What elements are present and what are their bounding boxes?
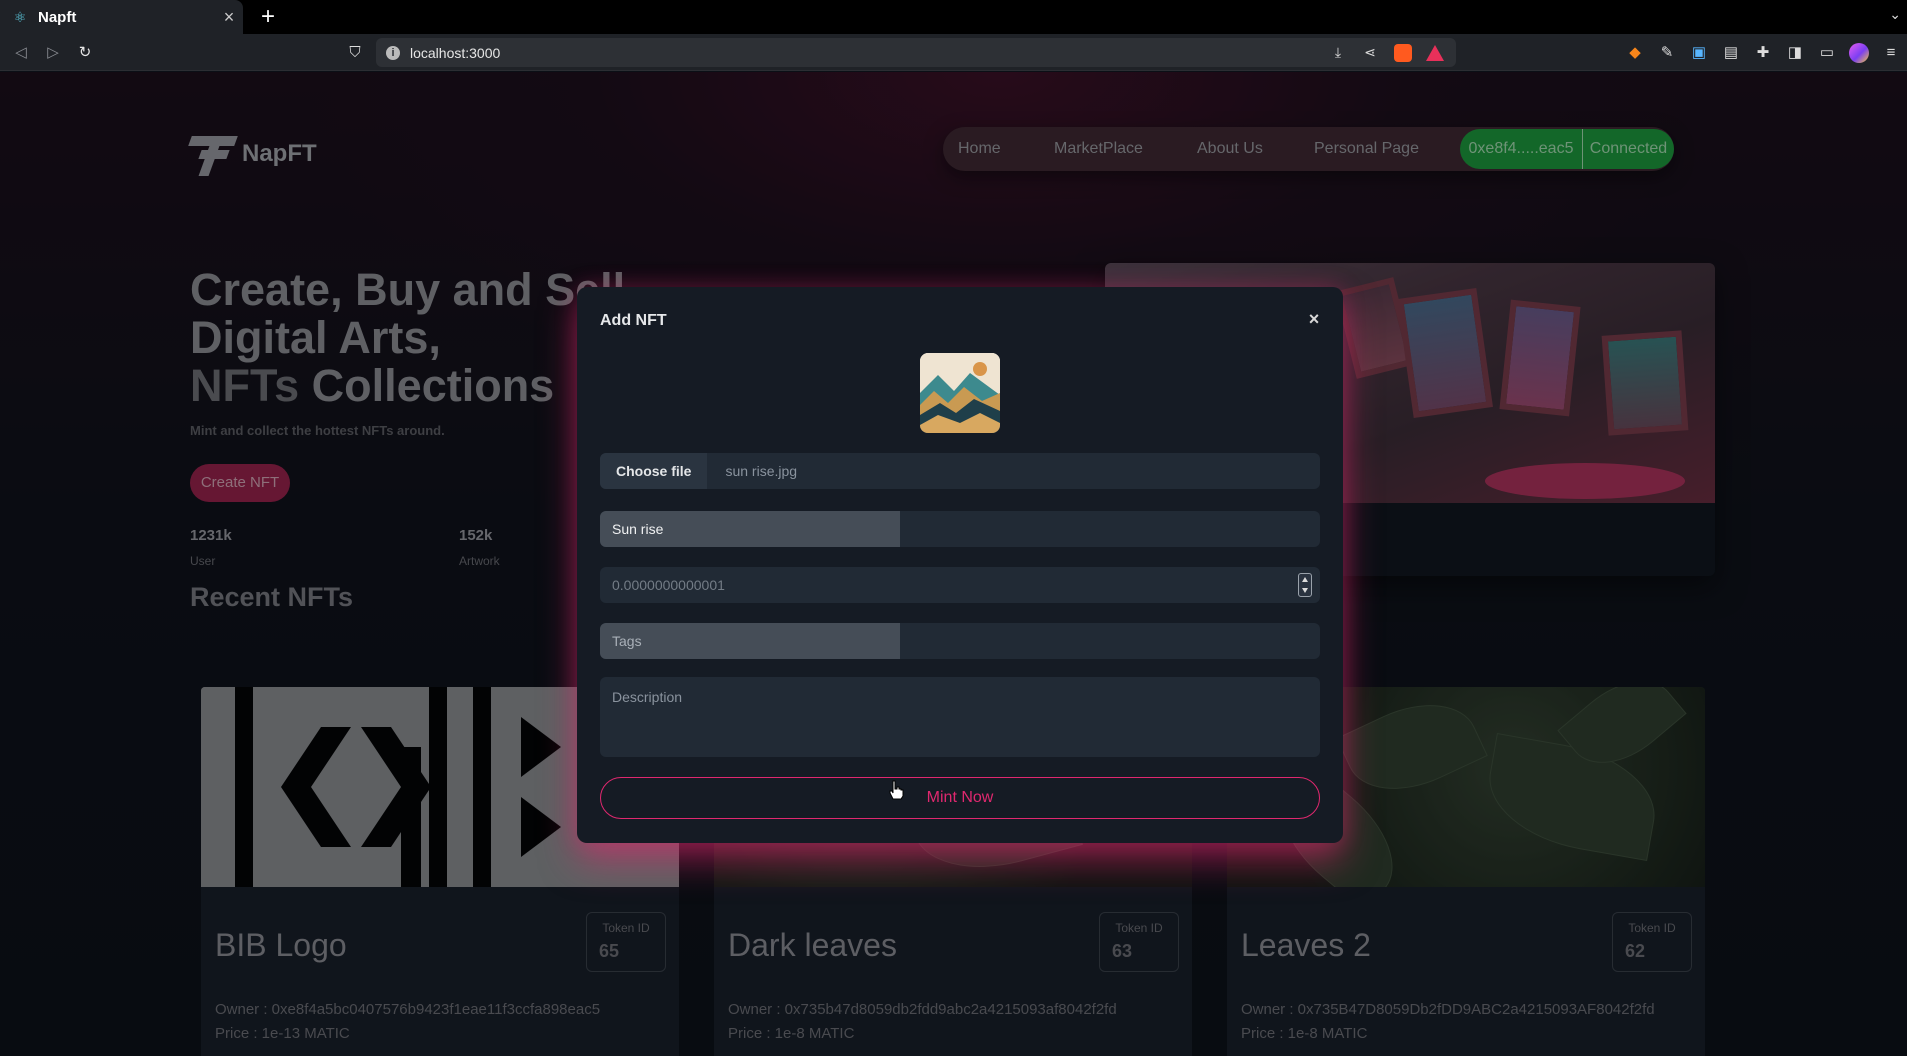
file-input[interactable]: Choose file sun rise.jpg [600, 453, 1320, 489]
close-icon[interactable]: × [1304, 309, 1324, 330]
mint-now-button[interactable]: Mint Now [600, 777, 1320, 819]
forward-icon[interactable]: ▷ [42, 42, 64, 64]
react-icon: ⚛ [13, 9, 27, 25]
save-extension-icon[interactable]: ▣ [1683, 40, 1715, 66]
install-icon[interactable]: ⤓ [1322, 44, 1354, 61]
number-stepper-icon[interactable] [1298, 573, 1312, 597]
image-preview [920, 353, 1000, 433]
browser-tab-bar: ⚛ Napft × + ⌄ [0, 0, 1907, 34]
brave-rewards-icon[interactable] [1426, 44, 1444, 61]
wallet-icon[interactable]: ▭ [1811, 40, 1843, 66]
modal-title: Add NFT [600, 312, 667, 329]
browser-tab[interactable]: ⚛ Napft × [0, 0, 243, 34]
new-tab-button[interactable]: + [256, 4, 280, 30]
url-text[interactable]: localhost:3000 [410, 45, 1322, 61]
price-input-value: 0.0000000000001 [612, 577, 725, 593]
sidebar-icon[interactable]: ◨ [1779, 40, 1811, 66]
share-icon[interactable]: ⋖ [1354, 44, 1386, 61]
menu-icon[interactable]: ≡ [1875, 40, 1907, 66]
tab-title: Napft [38, 8, 77, 26]
add-nft-modal: Add NFT × Choose file sun rise.jpg Sun r… [577, 287, 1343, 843]
screenshot-icon[interactable]: ▤ [1715, 40, 1747, 66]
reload-icon[interactable]: ↻ [74, 42, 96, 64]
color-picker-icon[interactable]: ✎ [1651, 40, 1683, 66]
name-input[interactable]: Sun rise [600, 511, 1320, 547]
extensions-area: ◆ ✎ ▣ ▤ ✚ ◨ ▭ ≡ [1619, 40, 1907, 66]
extensions-puzzle-icon[interactable]: ✚ [1747, 40, 1779, 66]
browser-toolbar: ◁ ▷ ↻ ⛉ i localhost:3000 ⤓ ⋖ ◆ ✎ ▣ ▤ ✚ ◨… [0, 34, 1907, 71]
hand-cursor-icon [889, 780, 904, 800]
tags-placeholder: Tags [612, 633, 642, 649]
tab-search-icon[interactable]: ⌄ [1889, 6, 1901, 23]
tags-input[interactable]: Tags [600, 623, 1320, 659]
close-tab-icon[interactable]: × [215, 7, 243, 28]
choose-file-button[interactable]: Choose file [600, 453, 708, 489]
name-input-value: Sun rise [612, 521, 664, 537]
description-placeholder: Description [612, 689, 683, 705]
brave-shields-icon[interactable] [1394, 43, 1412, 62]
back-icon[interactable]: ◁ [10, 42, 32, 64]
profile-avatar[interactable] [1843, 40, 1875, 66]
metamask-icon[interactable]: ◆ [1619, 40, 1651, 66]
price-input[interactable]: 0.0000000000001 [600, 567, 1320, 603]
description-textarea[interactable]: Description [600, 677, 1320, 757]
bookmark-icon[interactable]: ⛉ [346, 42, 364, 64]
address-bar[interactable]: i localhost:3000 ⤓ ⋖ [376, 38, 1456, 67]
selected-file-name: sun rise.jpg [725, 463, 798, 479]
site-info-icon[interactable]: i [386, 45, 400, 60]
